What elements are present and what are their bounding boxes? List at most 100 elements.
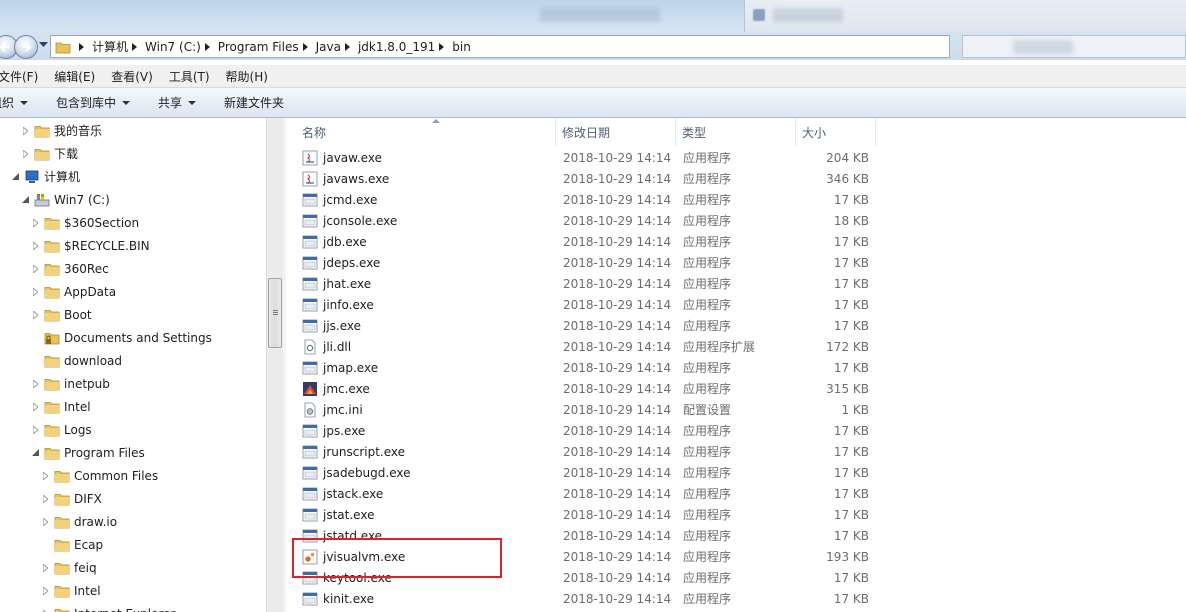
file-row[interactable]: javaw.exe 2018-10-29 14:14 应用程序 204 KB (286, 148, 1186, 169)
column-header-size[interactable]: 大小 (796, 118, 876, 146)
tree-item[interactable]: Program Files (30, 441, 145, 464)
tree-collapsed-icon[interactable] (20, 149, 30, 159)
tree-item[interactable]: 计算机 (10, 165, 80, 188)
file-row[interactable]: jstack.exe 2018-10-29 14:14 应用程序 17 KB (286, 484, 1186, 505)
tree-item-label: Ecap (74, 537, 104, 552)
tree-collapsed-icon[interactable] (30, 218, 40, 228)
breadcrumb-bin[interactable]: bin (452, 40, 471, 54)
menu-view[interactable]: 查看(V) (103, 68, 161, 85)
file-row[interactable]: jstat.exe 2018-10-29 14:14 应用程序 17 KB (286, 505, 1186, 526)
menu-tools[interactable]: 工具(T) (161, 68, 218, 85)
file-row[interactable]: jhat.exe 2018-10-29 14:14 应用程序 17 KB (286, 274, 1186, 295)
tree-expanded-icon[interactable] (10, 172, 20, 182)
column-header-name[interactable]: 名称 (296, 118, 556, 146)
chevron-right-icon[interactable] (204, 42, 210, 51)
file-row[interactable]: jrunscript.exe 2018-10-29 14:14 应用程序 17 KB (286, 442, 1186, 463)
navigation-scrollbar[interactable] (266, 118, 283, 612)
include-in-library-button[interactable]: 包含到库中 (56, 94, 131, 111)
file-row[interactable]: jcmd.exe 2018-10-29 14:14 应用程序 17 KB (286, 190, 1186, 211)
file-row[interactable]: kinit.exe 2018-10-29 14:14 应用程序 17 KB (286, 589, 1186, 610)
file-row[interactable]: jsadebugd.exe 2018-10-29 14:14 应用程序 17 KB (286, 463, 1186, 484)
file-size: 17 KB (833, 571, 869, 585)
tree-item[interactable]: Logs (30, 418, 92, 441)
file-row[interactable]: jps.exe 2018-10-29 14:14 应用程序 17 KB (286, 421, 1186, 442)
file-type: 应用程序 (683, 256, 732, 270)
tree-item[interactable]: AppData (30, 280, 116, 303)
tree-item[interactable]: download (30, 349, 122, 372)
menu-edit[interactable]: 编辑(E) (46, 68, 103, 85)
new-folder-label: 新建文件夹 (224, 96, 285, 110)
tree-item[interactable]: 我的音乐 (20, 119, 102, 142)
tree-collapsed-icon[interactable] (30, 425, 40, 435)
scrollbar-thumb[interactable] (268, 278, 282, 348)
tree-collapsed-icon[interactable] (30, 241, 40, 251)
new-folder-button[interactable]: 新建文件夹 (224, 94, 284, 111)
breadcrumb-program-files[interactable]: Program Files (218, 40, 299, 54)
chevron-right-icon[interactable] (132, 42, 138, 51)
tree-item[interactable]: 360Rec (30, 257, 109, 280)
file-row[interactable]: jli.dll 2018-10-29 14:14 应用程序扩展 172 KB (286, 337, 1186, 358)
organize-button[interactable]: 组织 (0, 94, 29, 111)
tree-item[interactable]: Boot (30, 303, 92, 326)
breadcrumb-jdk[interactable]: jdk1.8.0_191 (358, 40, 435, 54)
tree-item[interactable]: Internet Explorer (40, 602, 175, 612)
file-row[interactable]: jinfo.exe 2018-10-29 14:14 应用程序 17 KB (286, 295, 1186, 316)
grip-line (273, 310, 278, 311)
breadcrumb-drive[interactable]: Win7 (C:) (145, 40, 201, 54)
tree-collapsed-icon[interactable] (30, 379, 40, 389)
tree-collapsed-icon[interactable] (30, 264, 40, 274)
chevron-right-icon[interactable] (439, 42, 445, 51)
file-row[interactable]: jjs.exe 2018-10-29 14:14 应用程序 17 KB (286, 316, 1186, 337)
tree-item-label: DIFX (74, 491, 102, 506)
tree-collapsed-icon[interactable] (30, 287, 40, 297)
file-date: 2018-10-29 14:14 (563, 256, 672, 270)
tree-item[interactable]: Intel (40, 579, 101, 602)
tree-item[interactable]: Documents and Settings (30, 326, 212, 349)
breadcrumb-computer[interactable]: 计算机 (92, 38, 128, 55)
forward-button[interactable] (14, 35, 38, 59)
file-row[interactable]: jmap.exe 2018-10-29 14:14 应用程序 17 KB (286, 358, 1186, 379)
file-row[interactable]: jmc.exe 2018-10-29 14:14 应用程序 315 KB (286, 379, 1186, 400)
chevron-right-icon[interactable] (344, 42, 350, 51)
tree-expanded-icon[interactable] (30, 448, 40, 458)
tree-collapsed-icon[interactable] (40, 517, 50, 527)
file-row[interactable]: javaws.exe 2018-10-29 14:14 应用程序 346 KB (286, 169, 1186, 190)
menu-help[interactable]: 帮助(H) (218, 68, 276, 85)
menu-file[interactable]: 文件(F) (0, 68, 46, 85)
file-row[interactable]: jdeps.exe 2018-10-29 14:14 应用程序 17 KB (286, 253, 1186, 274)
tree-item[interactable]: Intel (30, 395, 91, 418)
tree-item[interactable]: Common Files (40, 464, 158, 487)
tree-item[interactable]: Ecap (40, 533, 103, 556)
tree-item[interactable]: draw.io (40, 510, 117, 533)
tree-item[interactable]: feiq (40, 556, 97, 579)
search-box[interactable] (962, 35, 1186, 58)
column-header-date[interactable]: 修改日期 (556, 118, 676, 146)
recent-pages-button[interactable] (38, 40, 48, 50)
tree-collapsed-icon[interactable] (40, 563, 50, 573)
tree-item[interactable]: DIFX (40, 487, 102, 510)
address-bar[interactable]: 计算机 Win7 (C:) Program Files Java jdk1.8.… (50, 35, 950, 58)
file-row[interactable]: jmc.ini 2018-10-29 14:14 配置设置 1 KB (286, 400, 1186, 421)
breadcrumb-java[interactable]: Java (316, 40, 341, 54)
tree-collapsed-icon[interactable] (40, 494, 50, 504)
tree-collapsed-icon[interactable] (30, 402, 40, 412)
tree-collapsed-icon[interactable] (20, 126, 30, 136)
file-type: 应用程序扩展 (683, 340, 756, 354)
column-header-type[interactable]: 类型 (676, 118, 796, 146)
tree-collapsed-icon[interactable] (30, 310, 40, 320)
tree-item[interactable]: $RECYCLE.BIN (30, 234, 150, 257)
tree-expanded-icon[interactable] (20, 195, 30, 205)
tree-item[interactable]: $360Section (30, 211, 139, 234)
tree-collapsed-icon[interactable] (40, 471, 50, 481)
share-button[interactable]: 共享 (158, 94, 197, 111)
file-row[interactable]: jconsole.exe 2018-10-29 14:14 应用程序 18 KB (286, 211, 1186, 232)
tree-collapsed-icon[interactable] (40, 609, 50, 612)
tree-item[interactable]: Win7 (C:) (20, 188, 110, 211)
chevron-right-icon[interactable] (302, 42, 308, 51)
tree-item[interactable]: inetpub (30, 372, 110, 395)
tree-collapsed-icon[interactable] (40, 586, 50, 596)
tree-item[interactable]: 下载 (20, 142, 78, 165)
chevron-right-icon[interactable] (79, 42, 84, 51)
file-row[interactable]: jdb.exe 2018-10-29 14:14 应用程序 17 KB (286, 232, 1186, 253)
tree-item-label: 计算机 (44, 170, 81, 184)
